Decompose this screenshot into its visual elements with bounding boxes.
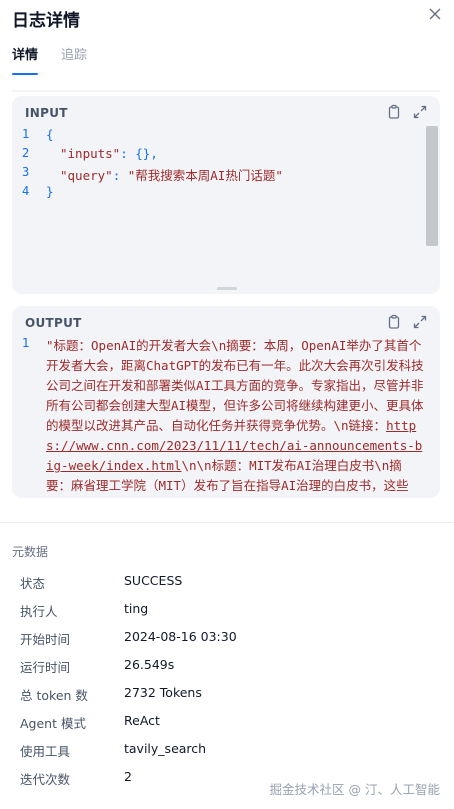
metadata-value: 2732 Tokens: [124, 685, 202, 700]
line-number: 4: [22, 184, 30, 198]
watermark: 掘金技术社区 @ 汀、人工智能: [269, 782, 440, 797]
input-panel-header: INPUT: [12, 96, 440, 130]
tab-trace[interactable]: 追踪: [61, 44, 87, 63]
metadata-row: 总 token 数 2732 Tokens: [0, 680, 454, 708]
copy-icon[interactable]: [386, 104, 404, 122]
output-code-text[interactable]: "标题：OpenAI的开发者大会\n摘要：本周，OpenAI举办了其首个开发者大…: [46, 336, 426, 496]
metadata-row: 开始时间 2024-08-16 03:30: [0, 624, 454, 652]
line-number: 2: [22, 146, 30, 160]
metadata-value: 2: [124, 769, 132, 784]
metadata-title: 元数据: [12, 545, 49, 559]
code-line: "query": "帮我搜索本周AI热门话题": [60, 168, 283, 183]
copy-icon[interactable]: [386, 314, 404, 332]
close-icon[interactable]: [428, 6, 442, 25]
active-tab-indicator: [12, 73, 38, 75]
output-panel: OUTPUT 1 "标题：OpenAI的开发者大会\n摘要：本周，OpenAI举…: [12, 306, 440, 498]
input-panel: INPUT 1 2 3 4 { "inputs": {}, "query": "…: [12, 96, 440, 294]
vertical-scrollbar[interactable]: [426, 126, 438, 246]
output-panel-header: OUTPUT: [12, 306, 440, 340]
metadata-label: Agent 模式: [20, 716, 86, 731]
metadata-value: SUCCESS: [124, 573, 183, 588]
metadata-value: ting: [124, 601, 149, 616]
input-panel-title: INPUT: [25, 106, 68, 120]
tab-bar: 详情 追踪: [0, 40, 454, 76]
metadata-label: 状态: [20, 576, 46, 591]
metadata-row: 使用工具 tavily_search: [0, 736, 454, 764]
section-divider: [12, 84, 440, 92]
expand-icon[interactable]: [412, 104, 430, 122]
metadata-row: 状态 SUCCESS: [0, 568, 454, 596]
code-line: {: [46, 127, 54, 142]
metadata-label: 迭代次数: [20, 772, 71, 787]
output-panel-title: OUTPUT: [25, 316, 82, 330]
metadata-label: 运行时间: [20, 660, 71, 675]
metadata-label: 开始时间: [20, 632, 71, 647]
line-number: 1: [22, 336, 30, 350]
resize-handle[interactable]: [217, 287, 237, 290]
expand-icon[interactable]: [412, 314, 430, 332]
line-number: 1: [22, 127, 30, 141]
metadata-value: tavily_search: [124, 741, 207, 756]
code-line: }: [46, 184, 54, 199]
metadata-label: 执行人: [20, 604, 58, 619]
divider: [0, 522, 454, 523]
metadata-value: 26.549s: [124, 657, 175, 672]
metadata-value: 2024-08-16 03:30: [124, 629, 237, 644]
metadata-label: 使用工具: [20, 744, 71, 759]
tab-details[interactable]: 详情: [12, 44, 38, 63]
metadata-label: 总 token 数: [20, 688, 88, 703]
drawer-header: 日志详情: [0, 0, 454, 34]
metadata-row: 运行时间 26.549s: [0, 652, 454, 680]
drawer-title: 日志详情: [12, 11, 80, 31]
metadata-row: Agent 模式 ReAct: [0, 708, 454, 736]
line-number: 3: [22, 165, 30, 179]
metadata-value: ReAct: [124, 713, 160, 728]
code-line: "inputs": {},: [60, 146, 158, 161]
metadata-row: 执行人 ting: [0, 596, 454, 624]
